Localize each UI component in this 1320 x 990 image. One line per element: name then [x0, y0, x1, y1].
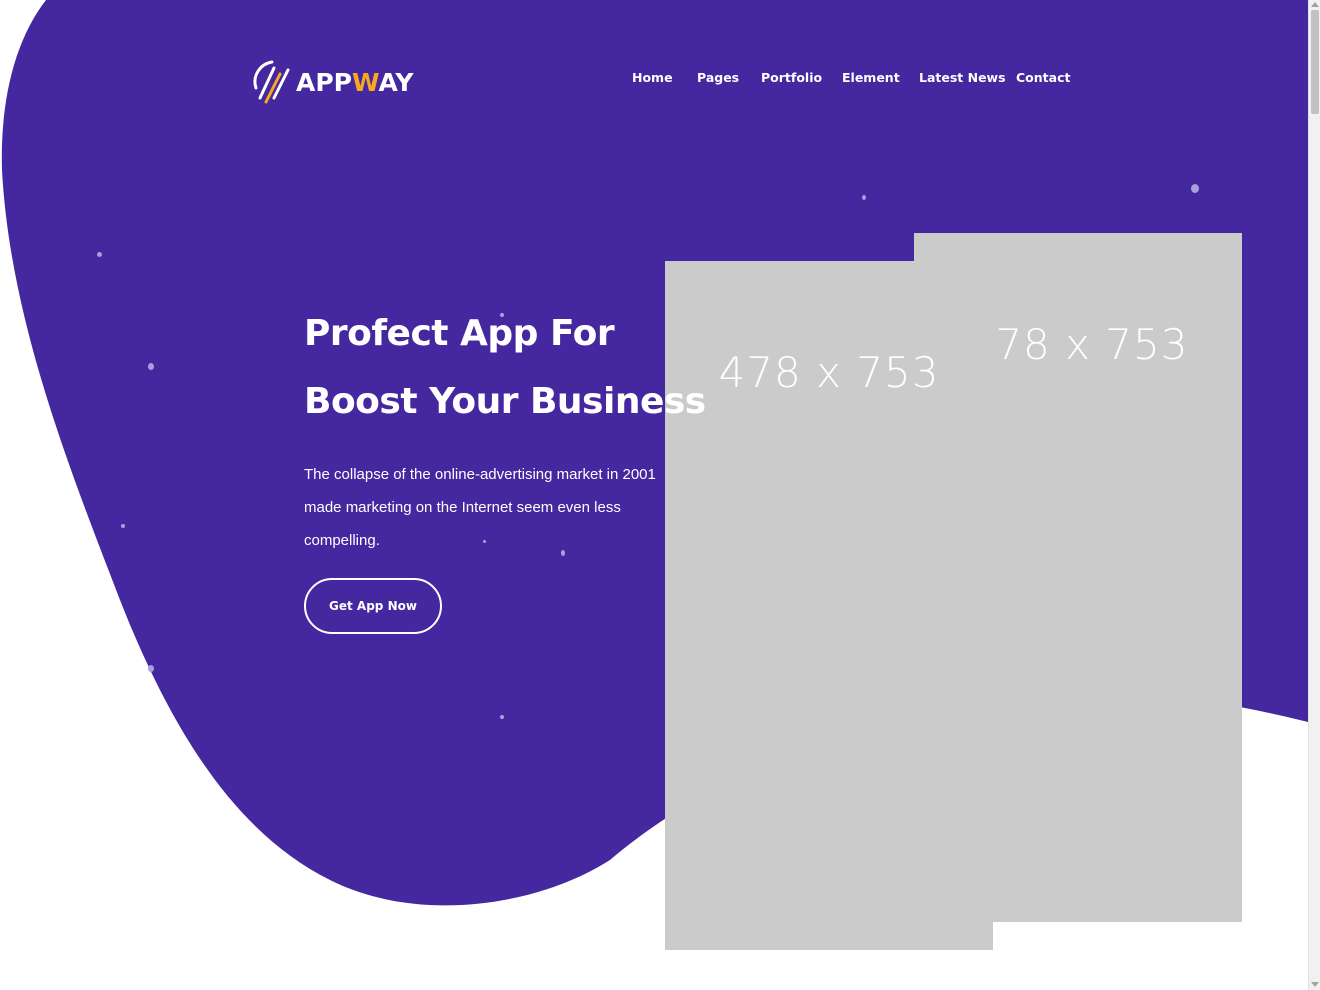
- decor-dot: [121, 524, 125, 528]
- decor-dot: [148, 363, 154, 370]
- nav-home[interactable]: Home: [632, 70, 673, 85]
- decor-dot: [1191, 184, 1199, 193]
- placeholder-size-label: 478 x 753: [967, 320, 1189, 369]
- decor-dot: [500, 715, 504, 719]
- nav-contact[interactable]: Contact: [1016, 70, 1070, 85]
- page-scrollbar[interactable]: [1308, 0, 1320, 990]
- scroll-thumb[interactable]: [1311, 10, 1319, 114]
- phone-placeholder-front: 478 x 753: [665, 261, 993, 950]
- placeholder-size-label: 478 x 753: [718, 348, 940, 397]
- scroll-up-arrow-icon[interactable]: [1311, 2, 1319, 7]
- hero-title-line2: Boost Your Business: [304, 381, 706, 422]
- nav-element[interactable]: Element: [842, 70, 900, 85]
- nav-portfolio[interactable]: Portfolio: [761, 70, 822, 85]
- decor-dot: [148, 665, 154, 672]
- main-nav: Home Pages Portfolio Element Latest News…: [0, 70, 1300, 90]
- decor-dot: [862, 195, 866, 200]
- scroll-down-arrow-icon[interactable]: [1311, 982, 1319, 987]
- nav-pages[interactable]: Pages: [697, 70, 739, 85]
- hero-title-line1: Profect App For: [304, 313, 615, 354]
- nav-latest-news[interactable]: Latest News: [919, 70, 1006, 85]
- decor-dot: [97, 252, 102, 257]
- get-app-button[interactable]: Get App Now: [304, 578, 442, 634]
- hero-description: The collapse of the online-advertising m…: [304, 466, 656, 549]
